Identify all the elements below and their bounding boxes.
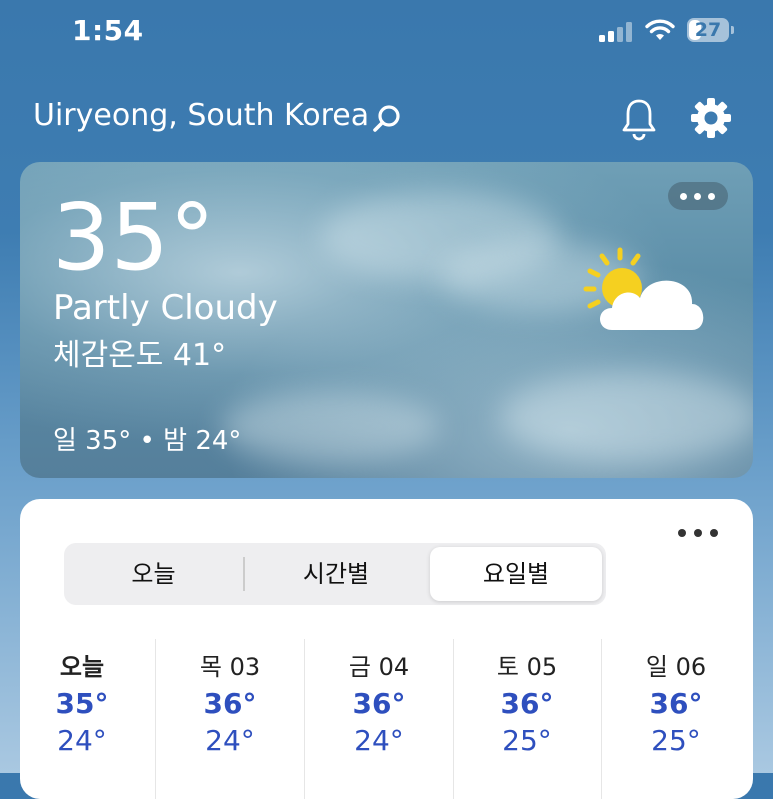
forecast-day[interactable]: 토 05 36° 25° <box>452 647 602 757</box>
forecast-day[interactable]: 일 06 36° 25° <box>601 647 751 757</box>
day-low: 25° <box>502 724 552 757</box>
current-temperature: 35° <box>52 184 216 291</box>
weather-condition: Partly Cloudy <box>53 288 278 328</box>
day-high: 36° <box>500 687 554 720</box>
day-label: 금 04 <box>348 653 410 681</box>
status-time: 1:54 <box>72 14 144 47</box>
battery-icon: 27 <box>687 18 734 42</box>
forecast-day[interactable]: 목 03 36° 24° <box>155 647 305 757</box>
forecast-tabs: 오늘 시간별 요일별 <box>64 543 606 605</box>
bell-icon[interactable] <box>619 97 659 141</box>
more-options-button[interactable] <box>678 529 718 539</box>
forecast-card: 오늘 시간별 요일별 오늘 35° 24° 목 03 36° 24° 금 04 … <box>20 499 753 799</box>
day-label: 일 06 <box>645 653 707 681</box>
tab-hourly[interactable]: 시간별 <box>245 543 427 605</box>
partly-cloudy-icon <box>583 247 704 330</box>
day-high: 36° <box>203 687 257 720</box>
day-night-temperature: 일 35° • 밤 24° <box>53 426 242 456</box>
tab-daily[interactable]: 요일별 <box>430 547 602 601</box>
day-label: 토 05 <box>496 653 558 681</box>
day-low: 24° <box>354 724 404 757</box>
forecast-day[interactable]: 오늘 35° 24° <box>7 647 157 757</box>
day-high: 36° <box>352 687 406 720</box>
day-label: 오늘 <box>59 653 105 681</box>
search-icon[interactable] <box>371 103 403 135</box>
current-weather-card[interactable]: 35° Partly Cloudy 체감온도 41° 일 35° • 밤 24° <box>20 162 753 478</box>
day-low: 24° <box>57 724 107 757</box>
location-title[interactable]: Uiryeong, South Korea <box>33 98 369 133</box>
day-label: 목 03 <box>199 653 261 681</box>
day-low: 24° <box>205 724 255 757</box>
feels-like: 체감온도 41° <box>53 338 227 373</box>
more-options-button[interactable] <box>668 182 728 210</box>
battery-level: 27 <box>694 19 722 41</box>
day-high: 35° <box>55 687 109 720</box>
gear-icon[interactable] <box>690 97 732 139</box>
tab-today[interactable]: 오늘 <box>64 543 243 605</box>
forecast-day[interactable]: 금 04 36° 24° <box>304 647 454 757</box>
day-low: 25° <box>651 724 701 757</box>
day-high: 36° <box>649 687 703 720</box>
signal-icon <box>599 22 633 42</box>
wifi-icon <box>645 19 675 40</box>
